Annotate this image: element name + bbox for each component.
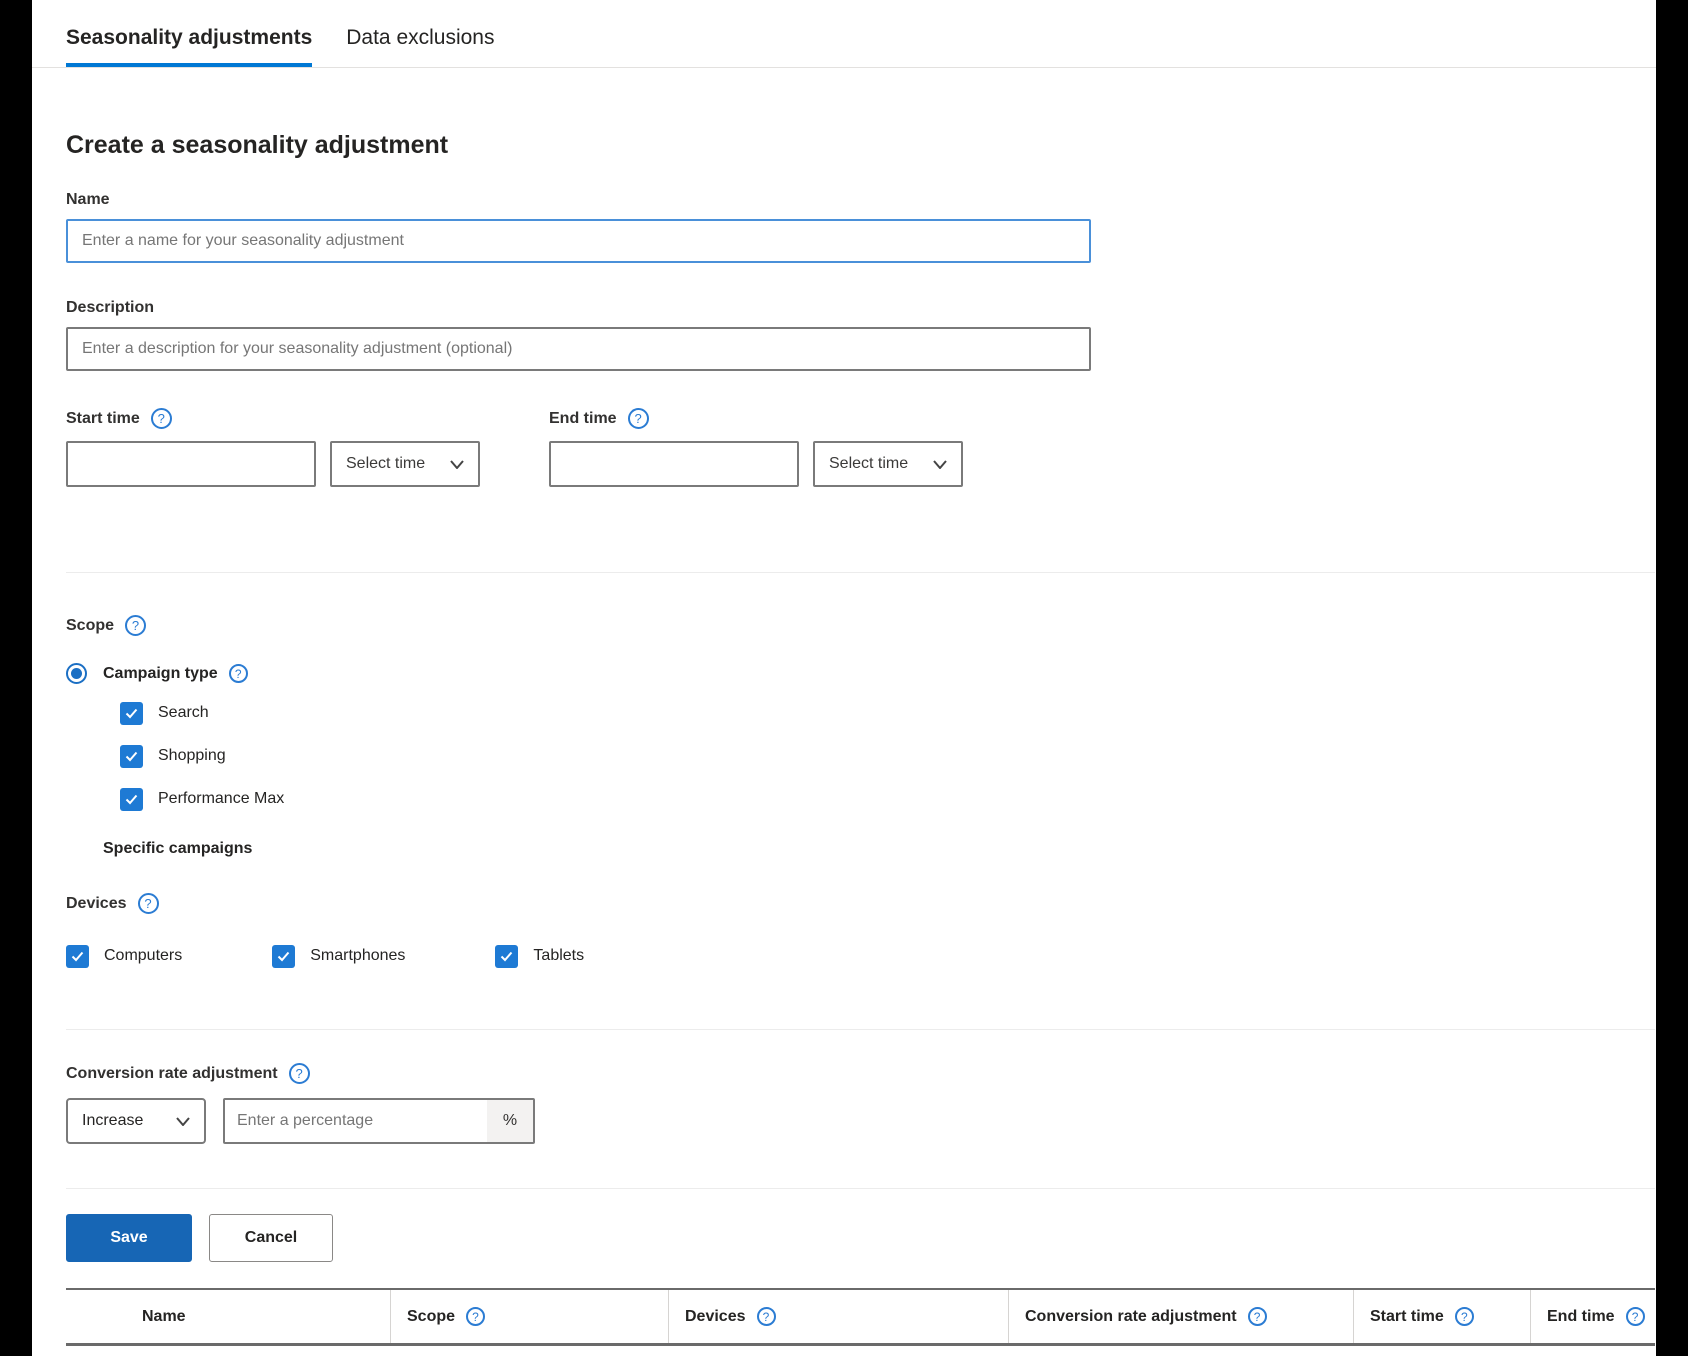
radio-specific-campaigns[interactable]: Specific campaigns: [66, 838, 1655, 859]
devices-checkbox-list: Computers Smartphones Tablets: [66, 941, 1655, 971]
section-divider: [66, 1188, 1655, 1189]
page-title: Create a seasonality adjustment: [66, 131, 1655, 160]
column-header-devices[interactable]: Devices ?: [668, 1290, 1008, 1343]
checkbox-tablets[interactable]: Tablets: [495, 941, 584, 971]
time-section: Start time ? Select time End time ?: [66, 408, 1655, 487]
column-header-end-time[interactable]: End time ?: [1530, 1290, 1655, 1343]
left-black-border: [0, 0, 32, 1356]
scope-help-icon[interactable]: ?: [125, 615, 146, 636]
section-divider: [66, 572, 1655, 573]
checkbox-performance-max[interactable]: Performance Max: [120, 784, 1655, 814]
checked-checkbox-icon: [495, 945, 518, 968]
checkbox-tablets-label: Tablets: [533, 947, 584, 965]
adjustment-direction-value: Increase: [82, 1112, 143, 1130]
section-divider: [66, 1029, 1655, 1030]
tab-data-exclusions[interactable]: Data exclusions: [346, 0, 494, 67]
start-time-label: Start time: [66, 410, 140, 428]
checked-checkbox-icon: [272, 945, 295, 968]
devices-label: Devices: [66, 895, 127, 913]
devices-column-help-icon[interactable]: ?: [757, 1307, 776, 1326]
end-time-help-icon[interactable]: ?: [628, 408, 649, 429]
adjustments-table-header: Name Scope ? Devices ? Conversion rate a…: [66, 1288, 1655, 1346]
tab-seasonality-adjustments[interactable]: Seasonality adjustments: [66, 0, 312, 67]
percentage-field: %: [223, 1098, 535, 1144]
campaign-type-help-icon[interactable]: ?: [229, 664, 248, 683]
checked-checkbox-icon: [66, 945, 89, 968]
conversion-rate-adjustment-help-icon[interactable]: ?: [289, 1063, 310, 1084]
percent-suffix: %: [487, 1100, 533, 1142]
start-time-group: Start time ? Select time: [66, 408, 480, 487]
chevron-down-icon: [176, 1117, 190, 1126]
radio-unselected-icon: [66, 838, 87, 859]
checked-checkbox-icon: [120, 788, 143, 811]
description-input[interactable]: [66, 327, 1091, 371]
start-time-column-help-icon[interactable]: ?: [1455, 1307, 1474, 1326]
end-time-select-value: Select time: [829, 455, 908, 473]
campaign-type-checkbox-list: Search Shopping Performance Max: [120, 698, 1655, 814]
conversion-rate-adjustment-column-help-icon[interactable]: ?: [1248, 1307, 1267, 1326]
checkbox-shopping[interactable]: Shopping: [120, 741, 1655, 771]
conversion-rate-adjustment-label: Conversion rate adjustment: [66, 1065, 278, 1083]
radio-campaign-type[interactable]: Campaign type ?: [66, 663, 1655, 684]
tab-bar: Seasonality adjustments Data exclusions: [0, 0, 1688, 68]
right-black-border: [1656, 0, 1688, 1356]
checked-checkbox-icon: [120, 702, 143, 725]
save-button[interactable]: Save: [66, 1214, 192, 1262]
name-input[interactable]: [66, 219, 1091, 263]
end-time-select[interactable]: Select time: [813, 441, 963, 487]
checkbox-smartphones[interactable]: Smartphones: [272, 941, 405, 971]
column-header-conversion-rate-adjustment[interactable]: Conversion rate adjustment ?: [1008, 1290, 1353, 1343]
adjustment-direction-select[interactable]: Increase: [66, 1098, 206, 1144]
description-label: Description: [66, 299, 1655, 317]
form-actions: Save Cancel: [66, 1214, 1655, 1262]
end-time-group: End time ? Select time: [549, 408, 963, 487]
scope-column-help-icon[interactable]: ?: [466, 1307, 485, 1326]
conversion-rate-adjustment-controls: Increase %: [66, 1098, 1655, 1144]
scope-label: Scope: [66, 617, 114, 635]
checkbox-performance-max-label: Performance Max: [158, 790, 284, 808]
column-header-start-time[interactable]: Start time ?: [1353, 1290, 1530, 1343]
checkbox-search-label: Search: [158, 704, 209, 722]
chevron-down-icon: [933, 460, 947, 469]
start-time-select[interactable]: Select time: [330, 441, 480, 487]
tab-list: Seasonality adjustments Data exclusions: [66, 0, 1688, 67]
create-adjustment-form: Create a seasonality adjustment Name Des…: [66, 86, 1655, 1346]
radio-specific-campaigns-label: Specific campaigns: [103, 840, 252, 858]
chevron-down-icon: [450, 460, 464, 469]
radio-campaign-type-label: Campaign type: [103, 665, 218, 683]
end-time-label: End time: [549, 410, 617, 428]
end-time-column-help-icon[interactable]: ?: [1626, 1307, 1645, 1326]
column-header-name[interactable]: Name: [66, 1290, 390, 1343]
checkbox-search[interactable]: Search: [120, 698, 1655, 728]
column-header-scope[interactable]: Scope ?: [390, 1290, 668, 1343]
name-label: Name: [66, 191, 1655, 209]
start-time-help-icon[interactable]: ?: [151, 408, 172, 429]
devices-help-icon[interactable]: ?: [138, 893, 159, 914]
end-date-input[interactable]: [549, 441, 799, 487]
percentage-input[interactable]: [225, 1100, 487, 1142]
radio-selected-icon: [66, 663, 87, 684]
checkbox-computers-label: Computers: [104, 947, 182, 965]
cancel-button[interactable]: Cancel: [209, 1214, 333, 1262]
checkbox-shopping-label: Shopping: [158, 747, 226, 765]
start-date-input[interactable]: [66, 441, 316, 487]
checkbox-smartphones-label: Smartphones: [310, 947, 405, 965]
checked-checkbox-icon: [120, 745, 143, 768]
start-time-select-value: Select time: [346, 455, 425, 473]
checkbox-computers[interactable]: Computers: [66, 941, 182, 971]
